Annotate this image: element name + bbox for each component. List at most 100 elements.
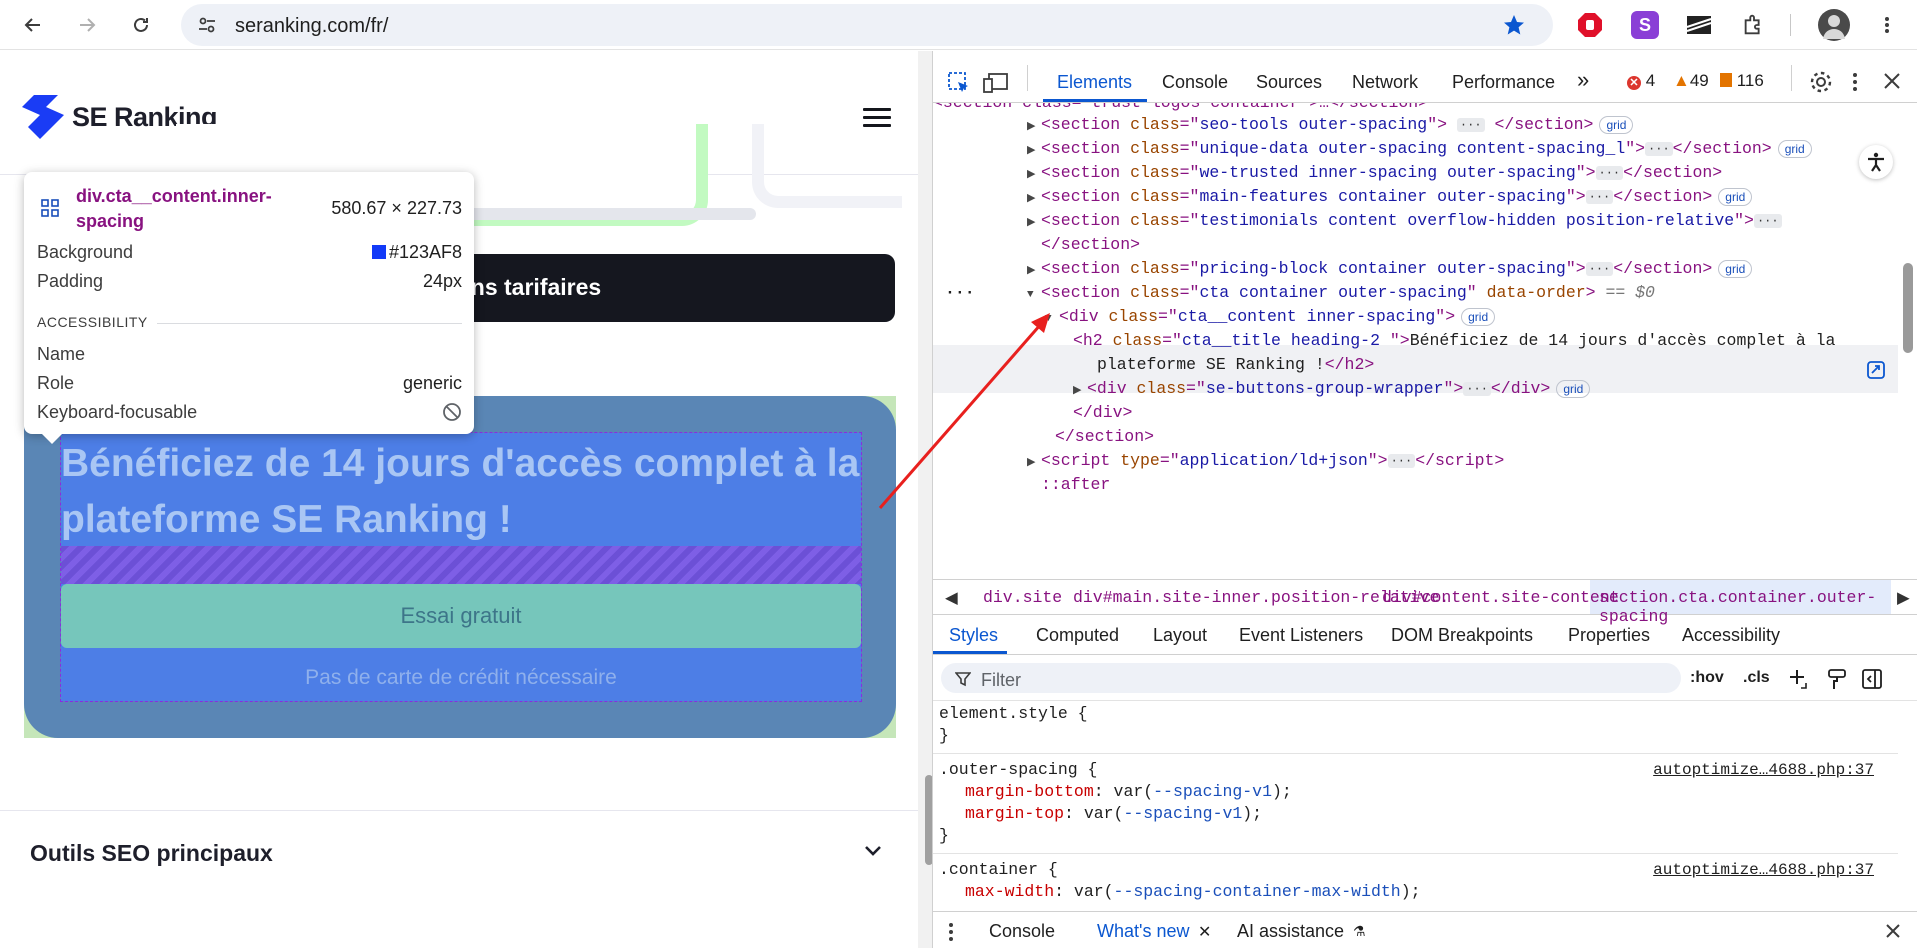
styles-filter-bar: Filter :hov .cls (933, 655, 1917, 701)
container-source-link[interactable]: autoptimize…4688.php:37 (1653, 861, 1874, 879)
container-selector[interactable]: .container { (939, 859, 1058, 881)
issues-counter[interactable]: 116 (1720, 71, 1764, 91)
url-text[interactable]: seranking.com/fr/ (235, 15, 388, 38)
not-focusable-icon (443, 403, 461, 421)
tab-accessibility[interactable]: Accessibility (1682, 625, 1780, 646)
dom-close-div: </div> (1073, 403, 1133, 422)
dom-node-main-features[interactable]: ▶ <section class="main-features container… (1027, 185, 1753, 209)
node-actions-ellipsis[interactable]: ··· (945, 281, 975, 305)
dom-node-cta-content[interactable]: ▼ <div class="cta__content inner-spacing"… (1045, 305, 1496, 329)
forward-button[interactable] (70, 8, 104, 42)
name-label: Name (37, 344, 86, 364)
inspect-element-icon[interactable] (947, 71, 971, 95)
breadcrumb-div-site[interactable]: div.site (983, 588, 1062, 607)
browser-menu-button[interactable] (1870, 8, 1904, 42)
tab-performance[interactable]: Performance (1452, 72, 1555, 93)
dom-node-after[interactable]: ::after (1041, 473, 1110, 497)
tab-elements[interactable]: Elements (1057, 72, 1132, 93)
breadcrumb: ◀ div.site div#main.site-inner.position-… (933, 579, 1917, 626)
active-styles-tab-indicator (933, 651, 1007, 654)
padding-label: Padding (37, 271, 104, 291)
outer-spacing-selector[interactable]: .outer-spacing { (939, 759, 1097, 781)
s-extension-icon[interactable]: S (1631, 11, 1659, 39)
breadcrumb-scroll-right[interactable]: ▶ (1897, 588, 1910, 608)
dom-node-pricing-block[interactable]: ▶ <section class="pricing-block container… (1027, 257, 1753, 281)
breadcrumb-scroll-left[interactable]: ◀ (945, 588, 958, 608)
pricing-plans-label: ans tarifaires (458, 274, 602, 300)
dom-node-unique-data[interactable]: ▶ <section class="unique-data outer-spaci… (1027, 137, 1812, 161)
address-bar[interactable]: seranking.com/fr/ (181, 4, 1553, 46)
more-tabs-button[interactable]: » (1577, 67, 1589, 93)
close-tab-icon[interactable]: ✕ (1198, 922, 1211, 942)
tab-layout[interactable]: Layout (1153, 625, 1207, 646)
keyboard-focusable-label: Keyboard-focusable (37, 402, 198, 422)
background-label: Background (37, 242, 134, 262)
style-declaration[interactable]: max-width: var(--spacing-container-max-w… (965, 881, 1421, 903)
filter-placeholder: Filter (981, 670, 1021, 690)
dom-node-we-trusted[interactable]: ▶ <section class="we-trusted inner-spacin… (1027, 161, 1722, 185)
tab-styles[interactable]: Styles (949, 625, 998, 646)
close-devtools-icon[interactable] (1883, 72, 1901, 90)
accessibility-heading: ACCESSIBILITY (37, 314, 148, 330)
toggle-sidebar-icon[interactable] (1861, 668, 1883, 690)
cls-toggle[interactable]: .cls (1743, 669, 1770, 687)
site-settings-icon[interactable] (197, 15, 217, 35)
tab-properties[interactable]: Properties (1568, 625, 1650, 646)
profile-avatar[interactable] (1818, 9, 1850, 41)
element-style-selector[interactable]: element.style { (939, 703, 1088, 725)
accessibility-button[interactable] (1859, 145, 1893, 179)
free-trial-button[interactable]: Essai gratuit (61, 584, 861, 648)
error-icon: ✕ (1627, 76, 1641, 90)
errors-counter[interactable]: ✕ 4 (1627, 71, 1655, 91)
reload-button[interactable] (124, 8, 158, 42)
seo-tools-accordion-label[interactable]: Outils SEO principaux (30, 840, 273, 867)
tab-console[interactable]: Console (1162, 72, 1228, 93)
tab-dom-breakpoints[interactable]: DOM Breakpoints (1391, 625, 1533, 646)
dom-node-seo-tools[interactable]: ▶ <section class="seo-tools outer-spacing… (1027, 113, 1634, 137)
styles-filter-input[interactable] (941, 663, 1681, 693)
adblock-extension-icon[interactable] (1576, 11, 1604, 39)
dom-scrollbar-thumb[interactable] (1903, 263, 1913, 353)
device-toolbar-icon[interactable] (983, 71, 1009, 95)
bookmark-star-icon[interactable] (1503, 14, 1525, 36)
tab-sources[interactable]: Sources (1256, 72, 1322, 93)
dom-close-section-cta: </section> (1055, 427, 1155, 446)
warnings-counter[interactable]: ▲49 (1673, 71, 1709, 91)
se-ranking-logo-icon[interactable] (22, 95, 64, 139)
styles-pane: element.style { } .outer-spacing { autop… (933, 701, 1898, 911)
devtools-tab-bar: Elements Console Sources Network Perform… (933, 51, 1917, 103)
paint-roller-icon[interactable] (1827, 668, 1847, 690)
chevron-down-icon[interactable] (862, 840, 884, 862)
extensions-puzzle-icon[interactable] (1740, 11, 1768, 39)
style-declaration[interactable]: margin-bottom: var(--spacing-v1); (965, 781, 1292, 803)
dom-node-script[interactable]: ▶ <script type="application/ld+json"> ··· <… (1027, 449, 1504, 473)
drawer-tab-console[interactable]: Console (989, 921, 1055, 942)
devtools-menu-icon[interactable] (1850, 70, 1860, 94)
close-drawer-icon[interactable] (1885, 923, 1901, 939)
film-extension-icon[interactable] (1685, 11, 1713, 39)
devtools-panel: Elements Console Sources Network Perform… (932, 51, 1917, 948)
breadcrumb-div-content[interactable]: div#content.site-content (1382, 588, 1620, 607)
back-button[interactable] (16, 8, 50, 42)
dom-node-buttons-group[interactable]: ▶ <div class="se-buttons-group-wrapper"> ·… (1073, 377, 1591, 401)
hov-toggle[interactable]: :hov (1690, 669, 1724, 687)
dom-tree: <section class="trust-logos container">…… (933, 103, 1898, 579)
scroll-into-view-icon[interactable] (1865, 359, 1887, 381)
outer-spacing-source-link[interactable]: autoptimize…4688.php:37 (1653, 761, 1874, 779)
tab-computed[interactable]: Computed (1036, 625, 1119, 646)
dom-node-cta-title-cont: plateforme SE Ranking !</h2> (1097, 355, 1375, 374)
tab-network[interactable]: Network (1352, 72, 1418, 93)
add-style-rule-icon[interactable] (1788, 668, 1810, 690)
flask-icon: ⚗ (1353, 923, 1366, 939)
tab-event-listeners[interactable]: Event Listeners (1239, 625, 1363, 646)
dom-node-testimonials[interactable]: ▶ <section class="testimonials content ov… (1027, 209, 1782, 233)
drawer-menu-icon[interactable] (947, 922, 955, 942)
dom-node-cta-section[interactable]: ▼ <section class="cta container outer-spa… (1027, 281, 1655, 305)
dom-node-cta-title[interactable]: <h2 class="cta__title heading-2 ">Bénéfi… (1073, 329, 1835, 353)
drawer-tab-ai-assistance[interactable]: AI assistance (1237, 921, 1344, 942)
drawer-tab-whats-new[interactable]: What's new (1097, 921, 1189, 942)
styles-tab-bar: Styles Computed Layout Event Listeners D… (933, 615, 1917, 655)
style-declaration[interactable]: margin-top: var(--spacing-v1); (965, 803, 1262, 825)
tooltip-selector: div.cta__content.inner-spacing (76, 186, 272, 231)
settings-gear-icon[interactable] (1809, 70, 1833, 94)
